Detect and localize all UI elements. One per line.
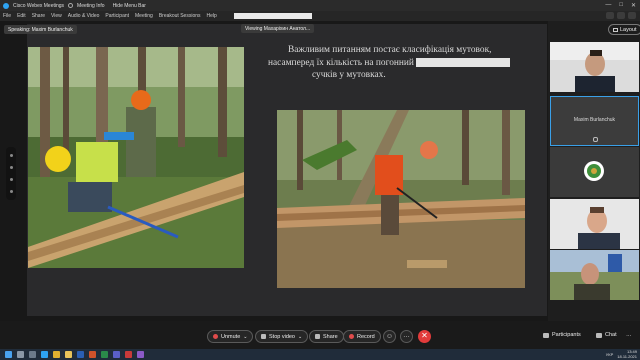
slide-text-line: Важливим питанням постає класифікація му…: [288, 45, 492, 55]
more-options-button[interactable]: …: [400, 330, 413, 343]
menu-audio-video[interactable]: Audio & Video: [68, 13, 100, 19]
unmute-button[interactable]: Unmute ⌄: [207, 330, 254, 343]
stop-video-label: Stop video: [269, 333, 295, 340]
menu-edit[interactable]: Edit: [17, 13, 26, 19]
chevron-down-icon[interactable]: ⌄: [298, 334, 302, 340]
zoom-out-icon[interactable]: [9, 166, 13, 170]
zoom-controls[interactable]: [6, 147, 16, 200]
meeting-info-link[interactable]: Meeting Info: [77, 3, 105, 9]
clock[interactable]: 13:49 18.11.2021: [617, 349, 637, 359]
participant-name: Maxim Burlanchuk: [573, 117, 616, 123]
more-icon: …: [626, 332, 632, 338]
participant-video-tile[interactable]: [550, 42, 639, 92]
task-view-icon[interactable]: [29, 351, 36, 358]
record-icon: [349, 334, 354, 339]
annotate-icon[interactable]: [9, 189, 13, 193]
powerpoint-icon[interactable]: [89, 351, 96, 358]
participant-video-tile[interactable]: [550, 147, 639, 197]
zoom-in-icon[interactable]: [9, 154, 13, 158]
end-call-button[interactable]: ✕: [418, 330, 431, 343]
menu-help[interactable]: Help: [207, 13, 217, 19]
viewing-share-dropdown[interactable]: Viewing Махаріхин Анатол...: [241, 24, 315, 33]
word-icon[interactable]: [77, 351, 84, 358]
fit-icon[interactable]: [9, 177, 13, 181]
more-icon: …: [403, 332, 410, 339]
menu-participant[interactable]: Participant: [105, 13, 129, 19]
participant-video-tile[interactable]: [550, 250, 639, 300]
participants-icon: [543, 332, 549, 338]
maximize-button[interactable]: □: [619, 2, 623, 9]
participants-label: Participants: [552, 332, 581, 338]
chat-label: Chat: [605, 332, 617, 338]
webex-logo-icon: [3, 2, 9, 9]
webex-taskbar-icon[interactable]: [41, 351, 48, 358]
share-button[interactable]: Share: [309, 330, 344, 343]
windows-start-icon[interactable]: [5, 351, 12, 358]
unmute-label: Unmute: [221, 333, 241, 340]
stop-video-button[interactable]: Stop video ⌄: [255, 330, 309, 343]
slide-photo-workers-measuring: [28, 47, 244, 268]
chat-icon: [596, 332, 602, 338]
reactions-button[interactable]: ☺: [383, 330, 396, 343]
os-taskbar: УКР 13:49 18.11.2021: [0, 349, 640, 360]
record-label: Record: [357, 333, 375, 340]
slide-text-line: насамперед їх кількість на погонний: [268, 57, 542, 70]
search-icon[interactable]: [17, 351, 24, 358]
mic-muted-icon: [213, 334, 218, 339]
viewing-label: Viewing Махаріхин Анатол...: [245, 25, 311, 32]
slide-text-line: сучків у мутовках.: [312, 70, 386, 81]
participant-tile-active[interactable]: Maxim Burlanchuk: [550, 96, 639, 146]
system-tray: УКР 13:49 18.11.2021: [606, 349, 637, 360]
hide-menu-bar-link[interactable]: Hide Menu Bar: [113, 3, 146, 9]
close-button[interactable]: ✕: [631, 2, 636, 9]
menu-share[interactable]: Share: [32, 13, 45, 19]
layout-label: Layout: [620, 26, 637, 33]
title-bar: Cisco Webex Meetings Meeting Info Hide M…: [0, 0, 640, 11]
clock-date: 18.11.2021: [617, 353, 637, 359]
chat-button[interactable]: Chat: [596, 332, 617, 338]
participant-video-tile[interactable]: [550, 199, 639, 249]
share-label: Share: [323, 333, 338, 340]
share-icon: [315, 334, 320, 339]
app-icon[interactable]: [125, 351, 132, 358]
app-icon[interactable]: [137, 351, 144, 358]
more-panels-button[interactable]: …: [626, 332, 632, 338]
minimize-button[interactable]: —: [605, 2, 611, 9]
smiley-icon: ☺: [385, 333, 394, 340]
active-speaker-label: Speaking: Maxim Burlanchuk: [4, 25, 77, 34]
menu-extra-icon[interactable]: [617, 12, 625, 19]
menu-file[interactable]: File: [3, 13, 11, 19]
teams-icon[interactable]: [113, 351, 120, 358]
menu-extra-icon[interactable]: [606, 12, 614, 19]
redacted-text: [416, 57, 511, 67]
language-indicator[interactable]: УКР: [606, 352, 614, 357]
menu-breakout-sessions[interactable]: Breakout Sessions: [159, 13, 201, 19]
chevron-down-icon[interactable]: ⌄: [243, 334, 247, 340]
slide-text: Важливим питанням постає класифікація му…: [268, 44, 542, 82]
participants-button[interactable]: Participants: [543, 332, 581, 338]
slide-photo-worker-sawing: [277, 110, 525, 288]
mic-muted-icon: [593, 137, 598, 142]
layout-button[interactable]: Layout: [608, 24, 640, 35]
camera-icon: [261, 334, 266, 339]
menu-view[interactable]: View: [51, 13, 62, 19]
record-button[interactable]: Record: [343, 330, 381, 343]
info-icon[interactable]: [68, 3, 74, 8]
menu-extra-icon[interactable]: [628, 12, 636, 19]
menu-bar: File Edit Share View Audio & Video Parti…: [0, 11, 640, 21]
app-title: Cisco Webex Meetings: [13, 2, 65, 9]
layout-grid-icon: [613, 27, 618, 32]
menu-meeting[interactable]: Meeting: [135, 13, 153, 19]
excel-icon[interactable]: [101, 351, 108, 358]
redacted-banner: [234, 13, 312, 19]
chrome-icon[interactable]: [53, 351, 60, 358]
folder-icon[interactable]: [65, 351, 72, 358]
